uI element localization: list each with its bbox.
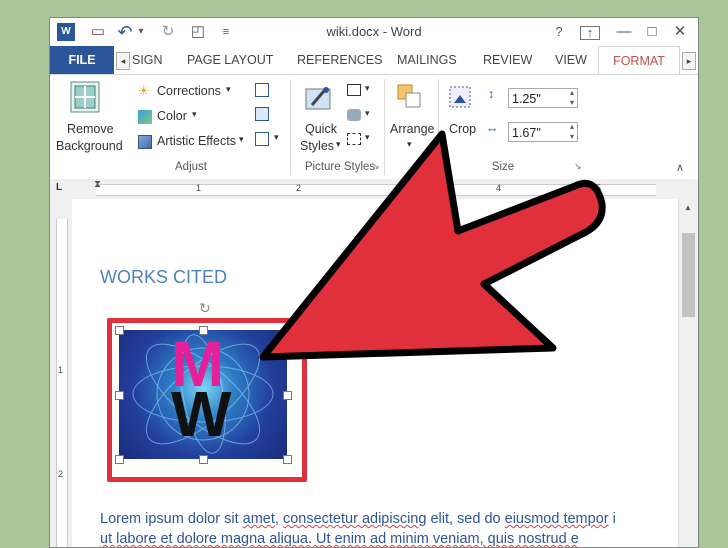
annotation-arrow-icon bbox=[259, 130, 606, 361]
